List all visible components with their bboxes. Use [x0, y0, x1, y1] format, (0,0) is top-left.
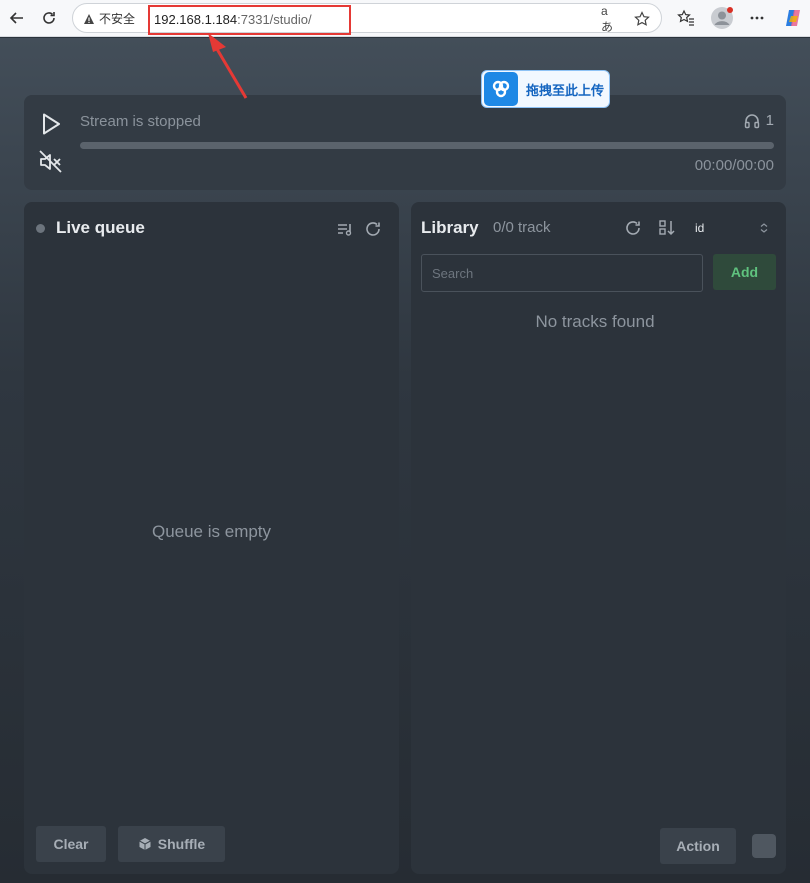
library-refresh-icon[interactable]: [623, 218, 643, 238]
studio-app: Stream is stopped 1 00:00/00:00 Live que…: [0, 38, 810, 883]
shuffle-button-label: Shuffle: [157, 836, 206, 852]
security-indicator[interactable]: 不安全: [83, 10, 135, 27]
add-button-label: Add: [730, 264, 759, 280]
library-search-input[interactable]: [421, 254, 703, 292]
play-icon[interactable]: [38, 111, 64, 137]
url-path: :7331/studio/: [237, 12, 312, 27]
upload-label: 拖拽至此上传: [526, 82, 605, 98]
library-title: Library: [421, 218, 479, 237]
copilot-icon[interactable]: [780, 5, 806, 31]
upload-drop-badge[interactable]: 拖拽至此上传: [481, 70, 610, 108]
playback-time: 00:00/00:00: [694, 157, 774, 174]
action-button[interactable]: Action: [660, 828, 736, 864]
address-bar[interactable]: 不安全 192.168.1.184:7331/studio/ aあ: [72, 3, 662, 35]
action-button-label: Action: [676, 838, 720, 854]
select-arrows-icon: [760, 223, 768, 233]
clear-button[interactable]: Clear: [36, 826, 106, 862]
cloud-upload-icon: [484, 72, 518, 106]
queue-status-dot: [36, 224, 45, 233]
listener-count: 1: [744, 112, 774, 129]
sort-order-icon[interactable]: [657, 218, 677, 238]
browser-toolbar: 不安全 192.168.1.184:7331/studio/ aあ: [0, 0, 810, 37]
progress-bar[interactable]: [80, 142, 774, 149]
playlist-icon[interactable]: [335, 219, 355, 239]
volume-muted-icon[interactable]: [38, 149, 64, 175]
url-host: 192.168.1.184: [154, 12, 238, 27]
library-track-count: 0/0 track: [493, 219, 551, 236]
clear-button-label: Clear: [53, 836, 89, 852]
sort-field-select[interactable]: id: [691, 216, 773, 240]
player-bar: Stream is stopped 1 00:00/00:00: [24, 95, 786, 190]
queue-title: Live queue: [56, 218, 145, 237]
dice-icon: [139, 838, 151, 850]
library-empty-message: No tracks found: [535, 312, 655, 331]
more-options-icon[interactable]: [744, 5, 770, 31]
refresh-icon[interactable]: [363, 219, 383, 239]
shuffle-button[interactable]: Shuffle: [118, 826, 225, 862]
warning-icon: [84, 13, 94, 24]
favorites-icon[interactable]: [673, 5, 699, 31]
favorite-star-icon[interactable]: [633, 10, 651, 28]
security-label: 不安全: [99, 12, 136, 26]
queue-empty-message: Queue is empty: [151, 522, 272, 541]
live-queue-panel: Live queue Queue is empty Clear Shuffle: [24, 202, 399, 874]
select-all-checkbox[interactable]: [752, 834, 776, 858]
back-icon[interactable]: [4, 5, 30, 31]
read-aloud-icon[interactable]: aあ: [601, 4, 619, 34]
stream-status: Stream is stopped: [80, 113, 201, 130]
reload-icon[interactable]: [36, 5, 62, 31]
add-button[interactable]: Add: [713, 254, 776, 290]
listener-count-value: 1: [765, 112, 774, 129]
annotation-arrow: [208, 33, 248, 99]
profile-avatar[interactable]: [709, 5, 735, 31]
library-panel: Library 0/0 track id Add No tracks found…: [411, 202, 786, 874]
sort-field-value: id: [695, 221, 705, 235]
headphones-icon: [744, 113, 759, 128]
